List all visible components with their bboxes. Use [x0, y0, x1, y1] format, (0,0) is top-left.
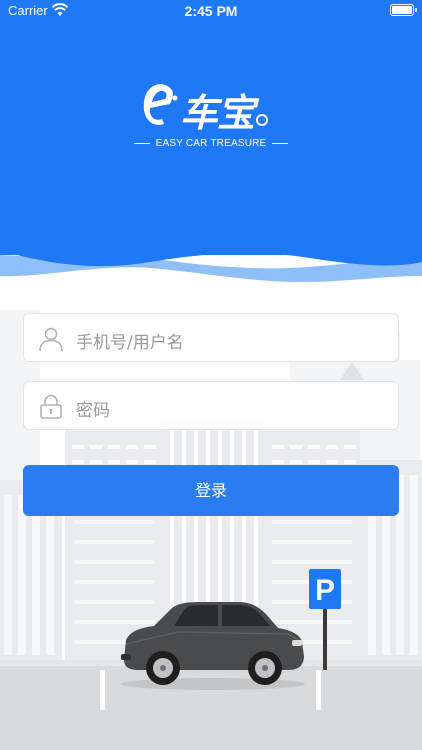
parking-sign-icon: P	[309, 569, 341, 670]
tagline-text: EASY CAR TREASURE	[155, 138, 267, 149]
status-bar: Carrier 2:45 PM	[0, 0, 422, 22]
tagline-left-dash	[133, 142, 150, 145]
logo-dot-mark	[256, 114, 268, 126]
username-field[interactable]: 手机号/用户名	[23, 313, 399, 362]
app-logo: 车宝	[140, 78, 285, 135]
logo-e-icon	[143, 84, 178, 125]
parking-sign-letter: P	[315, 574, 335, 607]
user-icon	[39, 327, 63, 352]
logo-chinese-text: 车宝	[180, 91, 255, 135]
lock-icon	[40, 394, 62, 419]
status-time: 2:45 PM	[184, 3, 238, 19]
battery-icon	[390, 4, 417, 16]
password-field[interactable]: 密码	[23, 381, 399, 430]
username-placeholder: 手机号/用户名	[76, 333, 184, 353]
tagline: EASY CAR TREASURE	[0, 138, 422, 149]
tagline-right-dash	[272, 142, 289, 145]
car-illustration	[121, 602, 305, 690]
password-placeholder: 密码	[76, 401, 110, 421]
login-button[interactable]: 登录	[23, 465, 399, 516]
